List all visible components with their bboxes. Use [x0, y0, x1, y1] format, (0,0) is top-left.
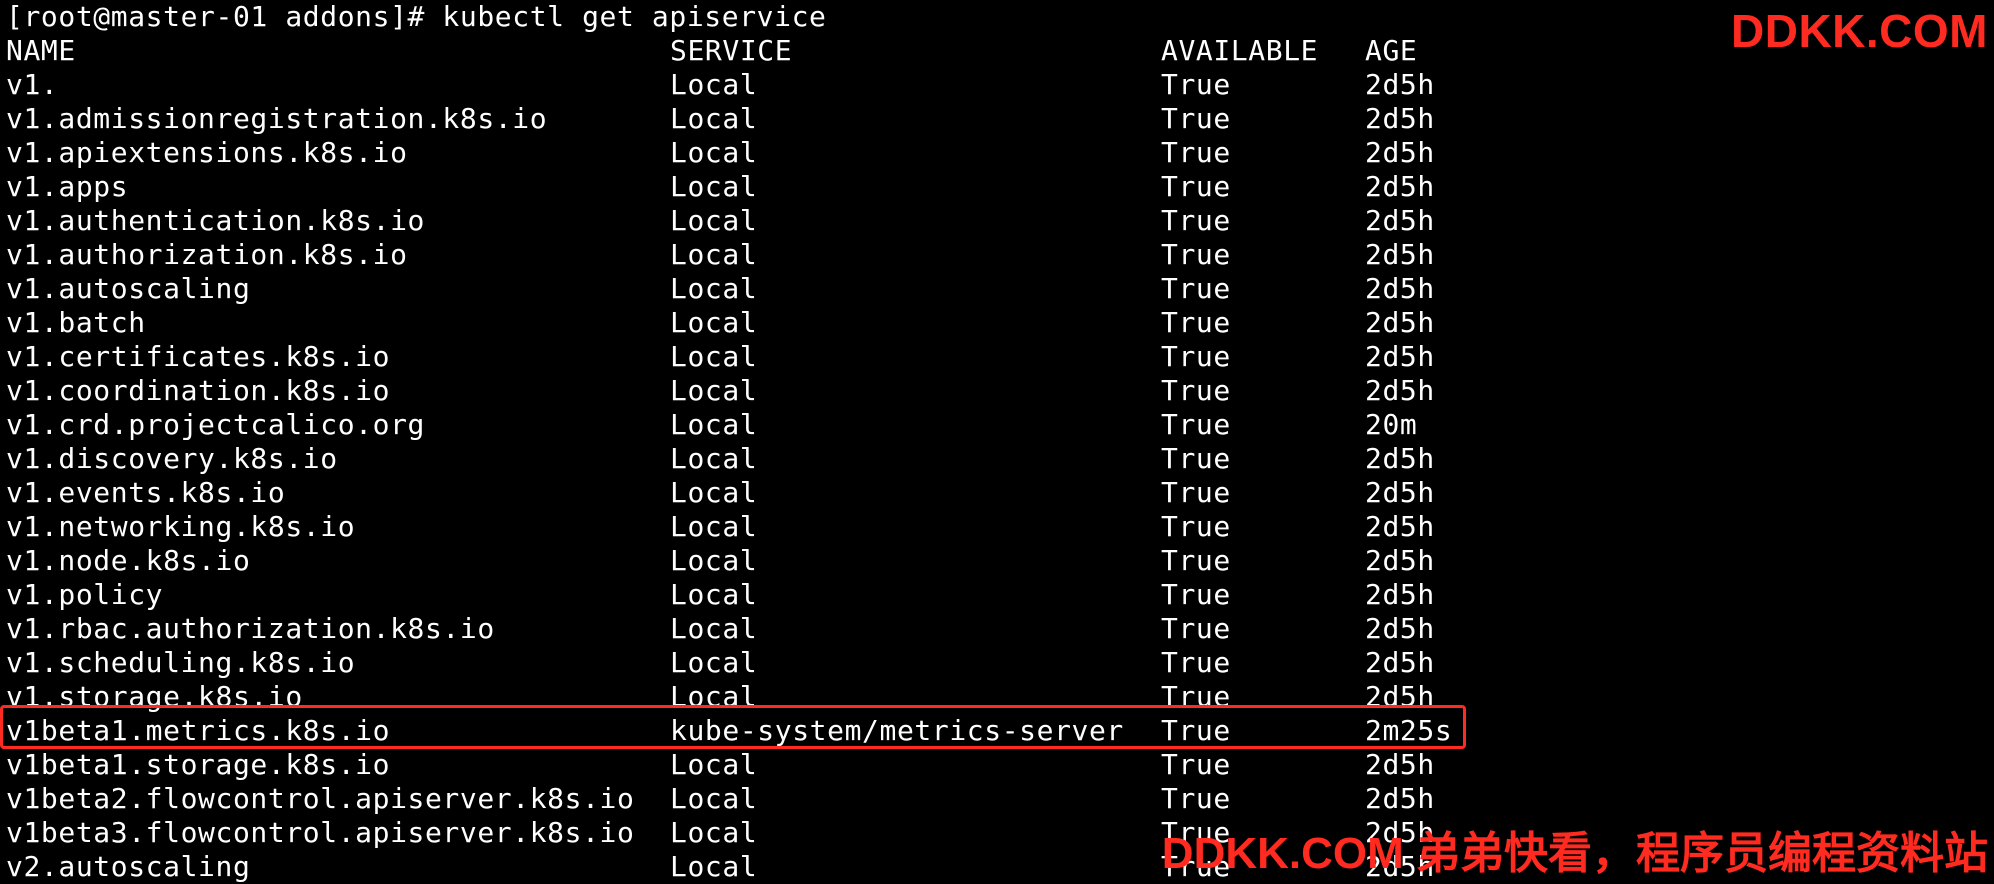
- row-age: 2d5h: [1365, 748, 1435, 781]
- row-available: True: [1161, 170, 1231, 203]
- row-name: v1beta3.flowcontrol.apiserver.k8s.io: [6, 816, 635, 849]
- row-name: v1.apiextensions.k8s.io: [6, 136, 408, 169]
- row-age: 2d5h: [1365, 68, 1435, 101]
- watermark-top: DDKK.COM: [1731, 5, 1988, 57]
- row-age: 2d5h: [1365, 646, 1435, 679]
- row-name: v1.events.k8s.io: [6, 476, 286, 509]
- row-available: True: [1161, 646, 1231, 679]
- row-service: Local: [670, 476, 758, 509]
- row-service: Local: [670, 272, 758, 305]
- row-service: Local: [670, 136, 758, 169]
- row-service: Local: [670, 748, 758, 781]
- row-available: True: [1161, 510, 1231, 543]
- row-age: 2d5h: [1365, 102, 1435, 135]
- row-name: v1.discovery.k8s.io: [6, 442, 338, 475]
- row-name: v1.admissionregistration.k8s.io: [6, 102, 548, 135]
- row-name: v1.scheduling.k8s.io: [6, 646, 356, 679]
- header-age: AGE: [1365, 34, 1418, 67]
- row-name: v1.policy: [6, 578, 164, 611]
- row-service: Local: [670, 68, 758, 101]
- row-available: True: [1161, 238, 1231, 271]
- row-age: 2d5h: [1365, 578, 1435, 611]
- row-name: v1.rbac.authorization.k8s.io: [6, 612, 495, 645]
- table-header: NAME SERVICE AVAILABLE AGE: [6, 34, 1417, 68]
- row-available: True: [1161, 136, 1231, 169]
- row-service: Local: [670, 816, 758, 849]
- row-available: True: [1161, 578, 1231, 611]
- row-service: Local: [670, 102, 758, 135]
- row-available: True: [1161, 374, 1231, 407]
- row-service: Local: [670, 204, 758, 237]
- row-age: 2d5h: [1365, 136, 1435, 169]
- row-available: True: [1161, 102, 1231, 135]
- row-name: v1.node.k8s.io: [6, 544, 251, 577]
- row-name: v1beta1.metrics.k8s.io: [6, 714, 391, 747]
- row-age: 2m25s: [1365, 714, 1453, 747]
- row-age: 2d5h: [1365, 340, 1435, 373]
- row-available: True: [1161, 714, 1231, 747]
- row-service: Local: [670, 170, 758, 203]
- row-name: v1.batch: [6, 306, 146, 339]
- row-name: v1beta2.flowcontrol.apiserver.k8s.io: [6, 782, 635, 815]
- row-age: 2d5h: [1365, 510, 1435, 543]
- row-name: v1.storage.k8s.io: [6, 680, 303, 713]
- row-service: Local: [670, 374, 758, 407]
- row-service: Local: [670, 510, 758, 543]
- row-service: Local: [670, 442, 758, 475]
- row-age: 20m: [1365, 408, 1418, 441]
- row-name: v1.certificates.k8s.io: [6, 340, 391, 373]
- row-age: 2d5h: [1365, 612, 1435, 645]
- row-available: True: [1161, 306, 1231, 339]
- row-name: v1.autoscaling: [6, 272, 251, 305]
- row-available: True: [1161, 612, 1231, 645]
- row-name: v1.authentication.k8s.io: [6, 204, 425, 237]
- row-available: True: [1161, 272, 1231, 305]
- command-prompt: [root@master-01 addons]# kubectl get api…: [6, 0, 827, 33]
- row-name: v1.apps: [6, 170, 129, 203]
- row-name: v1.networking.k8s.io: [6, 510, 356, 543]
- watermark-bottom: DDKK.COM 弟弟快看，程序员编程资料站: [1161, 829, 1988, 878]
- row-service: Local: [670, 306, 758, 339]
- row-available: True: [1161, 782, 1231, 815]
- row-age: 2d5h: [1365, 476, 1435, 509]
- row-service: Local: [670, 782, 758, 815]
- row-available: True: [1161, 748, 1231, 781]
- header-name: NAME: [6, 34, 76, 67]
- header-service: SERVICE: [670, 34, 793, 67]
- row-name: v1.coordination.k8s.io: [6, 374, 391, 407]
- row-service: Local: [670, 680, 758, 713]
- header-available: AVAILABLE: [1161, 34, 1319, 67]
- row-age: 2d5h: [1365, 442, 1435, 475]
- row-available: True: [1161, 544, 1231, 577]
- row-service: Local: [670, 612, 758, 645]
- row-age: 2d5h: [1365, 306, 1435, 339]
- row-name: v1.crd.projectcalico.org: [6, 408, 425, 441]
- row-service: Local: [670, 238, 758, 271]
- row-available: True: [1161, 204, 1231, 237]
- row-service: Local: [670, 340, 758, 373]
- row-age: 2d5h: [1365, 238, 1435, 271]
- row-age: 2d5h: [1365, 782, 1435, 815]
- row-age: 2d5h: [1365, 374, 1435, 407]
- row-service: Local: [670, 578, 758, 611]
- row-available: True: [1161, 68, 1231, 101]
- terminal-window[interactable]: [root@master-01 addons]# kubectl get api…: [0, 0, 1994, 883]
- row-available: True: [1161, 680, 1231, 713]
- row-name: v1beta1.storage.k8s.io: [6, 748, 391, 781]
- row-available: True: [1161, 408, 1231, 441]
- row-available: True: [1161, 476, 1231, 509]
- row-name: v1.: [6, 68, 59, 101]
- row-available: True: [1161, 442, 1231, 475]
- row-age: 2d5h: [1365, 544, 1435, 577]
- row-age: 2d5h: [1365, 170, 1435, 203]
- row-age: 2d5h: [1365, 204, 1435, 237]
- row-service: Local: [670, 646, 758, 679]
- row-available: True: [1161, 340, 1231, 373]
- row-service: kube-system/metrics-server: [670, 714, 1124, 747]
- row-name: v1.authorization.k8s.io: [6, 238, 408, 271]
- row-age: 2d5h: [1365, 272, 1435, 305]
- row-age: 2d5h: [1365, 680, 1435, 713]
- row-service: Local: [670, 408, 758, 441]
- row-service: Local: [670, 544, 758, 577]
